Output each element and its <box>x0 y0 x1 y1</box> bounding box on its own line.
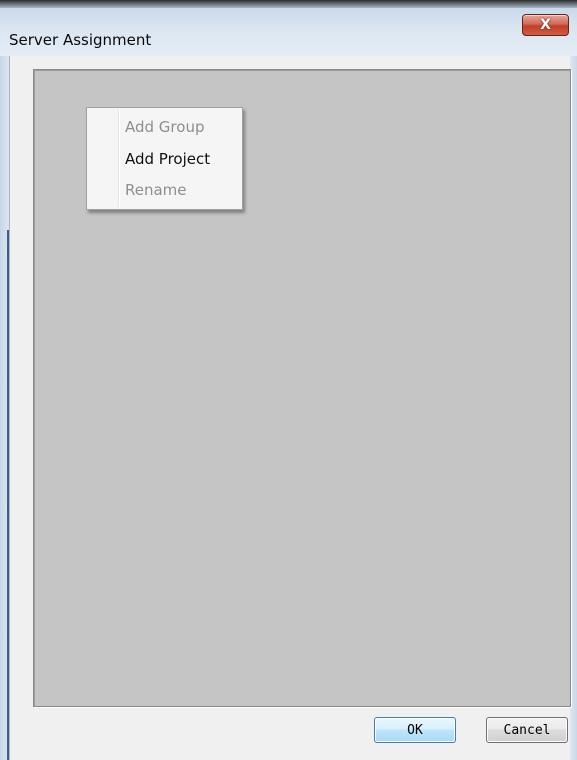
ok-button[interactable]: OK <box>374 717 456 743</box>
menu-item-rename[interactable]: Rename <box>89 177 240 205</box>
context-menu: Add Group Add Project Rename <box>86 107 243 210</box>
menu-item-label: Rename <box>125 181 187 199</box>
menu-item-label: Add Group <box>125 118 205 136</box>
ok-button-label: OK <box>407 722 423 738</box>
right-window-frame <box>570 56 577 760</box>
window-top-edge <box>0 0 577 8</box>
title-bar[interactable]: Server Assignment X <box>0 8 577 56</box>
cancel-button-label: Cancel <box>503 722 551 738</box>
cancel-button[interactable]: Cancel <box>486 717 568 743</box>
menu-item-add-group[interactable]: Add Group <box>89 114 240 142</box>
menu-item-label: Add Project <box>125 150 211 168</box>
close-button[interactable]: X <box>522 14 569 36</box>
menu-item-add-project[interactable]: Add Project <box>89 146 240 174</box>
window-title: Server Assignment <box>9 31 152 49</box>
close-icon: X <box>540 17 551 33</box>
server-assignment-dialog: Server Assignment X Add Group Add Projec… <box>0 0 577 760</box>
